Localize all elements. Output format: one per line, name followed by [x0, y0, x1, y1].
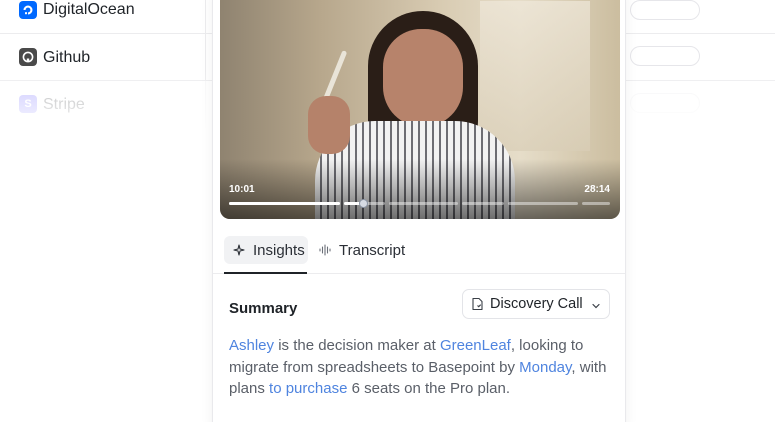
summary-text-fragment: is the decision maker at	[274, 337, 440, 354]
total-time: 28:14	[584, 184, 610, 195]
summary-heading: Summary	[229, 300, 298, 317]
tab-label: Insights	[253, 241, 305, 259]
video-frame-window	[480, 1, 590, 151]
current-time: 10:01	[229, 184, 255, 195]
github-logo-icon	[19, 48, 37, 66]
integration-name: Stripe	[43, 96, 85, 113]
stripe-logo-icon: S	[19, 95, 37, 113]
tab-insights[interactable]: Insights	[224, 236, 308, 264]
video-frame-hand	[308, 96, 350, 154]
call-insights-panel: 10:01 28:14 Insights Transcript Summary	[212, 0, 626, 422]
video-frame-person-face	[383, 29, 463, 127]
panel-tabs: Insights Transcript	[213, 235, 625, 274]
sparkle-icon	[232, 243, 246, 257]
tab-transcript[interactable]: Transcript	[318, 236, 405, 264]
active-tab-indicator	[224, 272, 307, 274]
waveform-icon	[318, 243, 332, 257]
person-link[interactable]: Ashley	[229, 337, 274, 354]
chapter-segment-fill	[229, 202, 340, 205]
integration-status-pill	[630, 93, 700, 113]
video-player[interactable]: 10:01 28:14	[220, 0, 620, 219]
chapter-segment[interactable]	[582, 202, 610, 205]
tab-label: Transcript	[339, 241, 406, 259]
chapter-segment[interactable]	[462, 202, 504, 205]
integration-status-pill	[630, 46, 700, 66]
integration-name: DigitalOcean	[43, 1, 135, 18]
chevron-down-icon	[591, 299, 601, 309]
chapter-segment[interactable]	[508, 202, 578, 205]
call-type-value: Discovery Call	[490, 296, 583, 312]
summary-body: Ashley is the decision maker at GreenLea…	[229, 335, 614, 400]
video-controls-shade	[220, 159, 620, 219]
digitalocean-logo-icon	[19, 1, 37, 19]
chapter-segment[interactable]	[229, 202, 340, 205]
column-divider	[205, 34, 206, 80]
summary-text-fragment: 6 seats on the Pro plan.	[347, 380, 511, 397]
company-link[interactable]: GreenLeaf	[440, 337, 511, 354]
intent-link[interactable]: to purchase	[269, 380, 347, 397]
integration-name: Github	[43, 49, 91, 66]
integration-status-pill	[630, 0, 700, 20]
column-divider	[205, 0, 206, 33]
scrubber-handle[interactable]	[359, 199, 368, 208]
column-divider	[205, 81, 206, 128]
date-link[interactable]: Monday	[519, 359, 571, 376]
chapter-segment[interactable]	[389, 202, 458, 205]
call-type-select[interactable]: Discovery Call	[462, 289, 610, 319]
progress-track[interactable]	[229, 199, 610, 208]
document-call-icon	[471, 297, 484, 311]
